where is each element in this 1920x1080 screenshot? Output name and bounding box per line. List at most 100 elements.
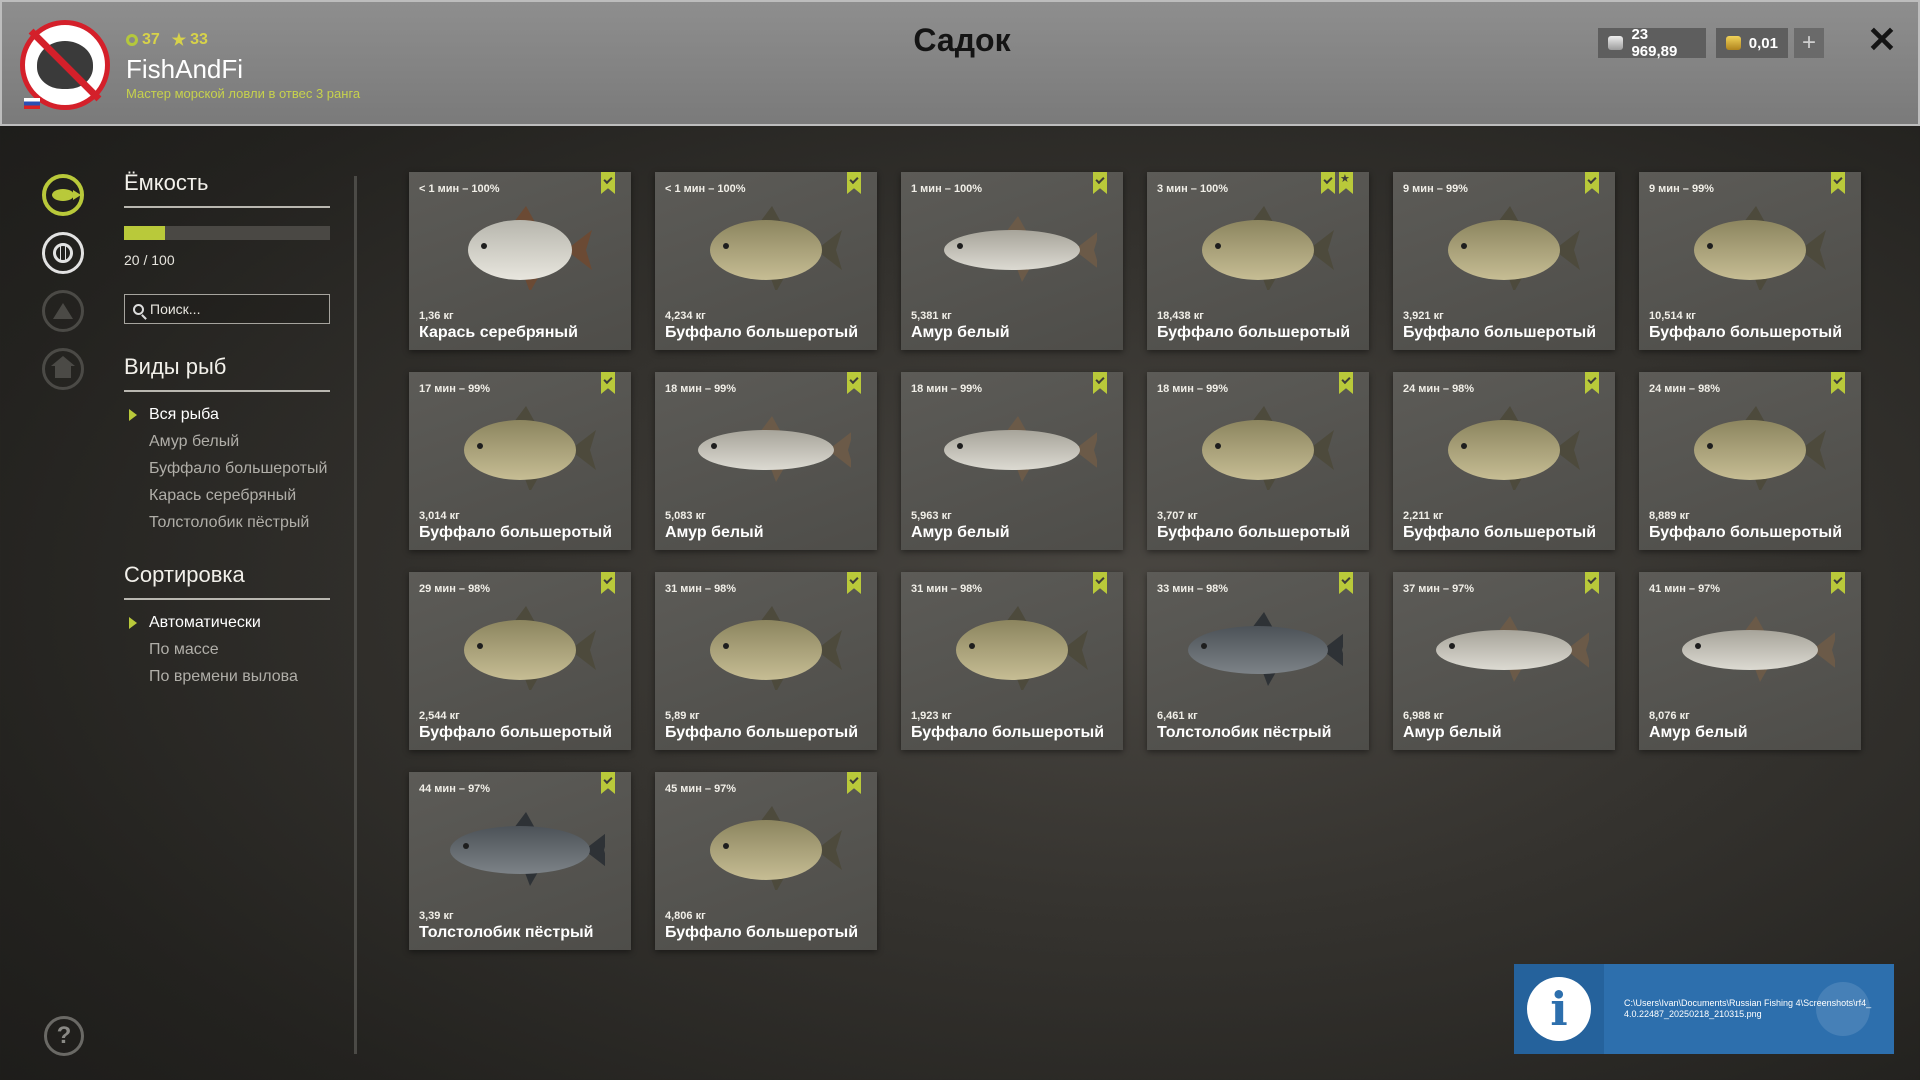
sort-option-item[interactable]: По времени вылова [124, 668, 330, 686]
sort-option-item[interactable]: По массе [124, 641, 330, 659]
bookmark-icon[interactable] [601, 572, 615, 594]
fish-card[interactable]: 18 мин – 99% 5,083 кг Амур белый [655, 372, 877, 550]
fish-name: Амур белый [911, 324, 1010, 341]
bookmark-icon[interactable] [1321, 172, 1335, 194]
fish-card[interactable]: 41 мин – 97% 8,076 кг Амур белый [1639, 572, 1861, 750]
fish-type-item[interactable]: Вся рыба [124, 406, 330, 424]
search-box[interactable] [124, 294, 330, 324]
fish-types-title: Виды рыб [124, 354, 330, 392]
fish-time-freshness: 24 мин – 98% [1403, 383, 1475, 395]
sort-title: Сортировка [124, 562, 330, 600]
search-input[interactable] [150, 301, 310, 317]
bookmark-icon[interactable] [847, 772, 861, 794]
fish-name: Буффало большеротый [1403, 524, 1597, 541]
fish-name: Буффало большеротый [1649, 524, 1843, 541]
bookmark-icon[interactable] [601, 172, 615, 194]
fish-name: Амур белый [911, 524, 1010, 541]
fish-name: Карась серебряный [419, 324, 578, 341]
fish-card[interactable]: 33 мин – 98% 6,461 кг Толстолобик пёстры… [1147, 572, 1369, 750]
bookmark-icon[interactable] [847, 572, 861, 594]
player-stats: 37 ★ 33 [126, 30, 208, 50]
fish-card[interactable]: 18 мин – 99% 3,707 кг Буффало большероты… [1147, 372, 1369, 550]
fish-image [1419, 406, 1589, 492]
fish-time-freshness: 9 мин – 99% [1649, 183, 1714, 195]
sidebar-divider [354, 176, 357, 1054]
silver-amount: 23 969,89 [1631, 26, 1678, 60]
fish-card[interactable]: 45 мин – 97% 4,806 кг Буффало большероты… [655, 772, 877, 950]
cursor-icon [1816, 982, 1870, 1036]
fish-time-freshness: 29 мин – 98% [419, 583, 491, 595]
fish-card[interactable]: 18 мин – 99% 5,963 кг Амур белый [901, 372, 1123, 550]
fish-card[interactable]: 44 мин – 97% 3,39 кг Толстолобик пёстрый [409, 772, 631, 950]
fish-card[interactable]: 3 мин – 100% ★ 18,438 кг Буффало большер… [1147, 172, 1369, 350]
bookmark-icon[interactable] [847, 172, 861, 194]
fish-card[interactable]: 29 мин – 98% 2,544 кг Буффало большероты… [409, 572, 631, 750]
fish-name: Буффало большеротый [1157, 324, 1351, 341]
search-icon [133, 303, 144, 315]
sort-option-item[interactable]: Автоматически [124, 614, 330, 632]
bookmark-icon[interactable] [1831, 172, 1845, 194]
bookmark-icon[interactable] [1585, 572, 1599, 594]
fish-name: Буффало большеротый [1157, 524, 1351, 541]
fish-type-item[interactable]: Толстолобик пёстрый [124, 514, 330, 532]
tent-icon [53, 303, 73, 319]
fish-weight: 6,988 кг [1403, 710, 1444, 722]
add-gold-button[interactable]: + [1794, 28, 1824, 58]
fish-name: Амур белый [665, 524, 764, 541]
close-button[interactable]: ✕ [1864, 22, 1900, 58]
silver-balance: 23 969,89 [1598, 26, 1706, 60]
fish-image [681, 606, 851, 692]
player-avatar[interactable] [20, 20, 110, 110]
fish-image [681, 406, 854, 490]
fish-card[interactable]: 24 мин – 98% 8,889 кг Буффало большероты… [1639, 372, 1861, 550]
fish-time-freshness: 17 мин – 99% [419, 383, 491, 395]
bookmark-icon[interactable] [1831, 372, 1845, 394]
bookmark-icon[interactable] [1831, 572, 1845, 594]
fish-weight: 1,36 кг [419, 310, 454, 322]
fish-time-freshness: 18 мин – 99% [665, 383, 737, 395]
fish-type-item[interactable]: Карась серебряный [124, 487, 330, 505]
fish-weight: 6,461 кг [1157, 710, 1198, 722]
help-button[interactable]: ? [44, 1016, 84, 1056]
bookmark-icon[interactable] [847, 372, 861, 394]
screenshot-notification[interactable]: i C:\Users\Ivan\Documents\Russian Fishin… [1514, 964, 1894, 1054]
bookmark-icon[interactable] [1585, 172, 1599, 194]
fish-card[interactable]: 9 мин – 99% 10,514 кг Буффало большероты… [1639, 172, 1861, 350]
bookmark-icon[interactable] [1339, 372, 1353, 394]
bookmark-icon[interactable] [1585, 372, 1599, 394]
fish-image [1419, 206, 1589, 292]
fish-time-freshness: 9 мин – 99% [1403, 183, 1468, 195]
bookmark-icon[interactable] [1093, 572, 1107, 594]
bookmark-icon[interactable] [1339, 572, 1353, 594]
fish-card[interactable]: 1 мин – 100% 5,381 кг Амур белый [901, 172, 1123, 350]
bookmark-icon[interactable] [1093, 372, 1107, 394]
fish-card[interactable]: 37 мин – 97% 6,988 кг Амур белый [1393, 572, 1615, 750]
fish-card[interactable]: 9 мин – 99% 3,921 кг Буффало большеротый [1393, 172, 1615, 350]
gold-balance: 0,01 [1716, 28, 1788, 58]
bookmark-icon[interactable] [601, 372, 615, 394]
keepnet-fish-tab[interactable] [42, 174, 84, 216]
bookmark-icon[interactable] [1093, 172, 1107, 194]
fish-card[interactable]: < 1 мин – 100% 1,36 кг Карась серебряный [409, 172, 631, 350]
fish-name: Буффало большеротый [911, 724, 1105, 741]
fish-weight: 2,544 кг [419, 710, 460, 722]
fish-card[interactable]: 31 мин – 98% 5,89 кг Буффало большеротый [655, 572, 877, 750]
capacity-text: 20 / 100 [124, 252, 175, 268]
fish-card[interactable]: 17 мин – 99% 3,014 кг Буффало большероты… [409, 372, 631, 550]
fish-type-item[interactable]: Буффало большеротый [124, 460, 330, 478]
fish-image [435, 806, 610, 890]
fish-card[interactable]: 24 мин – 98% 2,211 кг Буффало большероты… [1393, 372, 1615, 550]
fish-name: Толстолобик пёстрый [1157, 724, 1332, 741]
camp-tab[interactable] [42, 290, 84, 332]
home-tab[interactable] [42, 348, 84, 390]
fish-type-item[interactable]: Амур белый [124, 433, 330, 451]
player-name: FishAndFi [126, 54, 244, 84]
fish-time-freshness: 31 мин – 98% [665, 583, 737, 595]
house-icon [51, 356, 75, 378]
bookmark-icon[interactable] [601, 772, 615, 794]
fish-name: Буффало большеротый [665, 324, 859, 341]
fish-card[interactable]: < 1 мин – 100% 4,234 кг Буффало большеро… [655, 172, 877, 350]
keepnet-tab[interactable] [42, 232, 84, 274]
fish-time-freshness: < 1 мин – 100% [665, 183, 746, 195]
fish-card[interactable]: 31 мин – 98% 1,923 кг Буффало большероты… [901, 572, 1123, 750]
